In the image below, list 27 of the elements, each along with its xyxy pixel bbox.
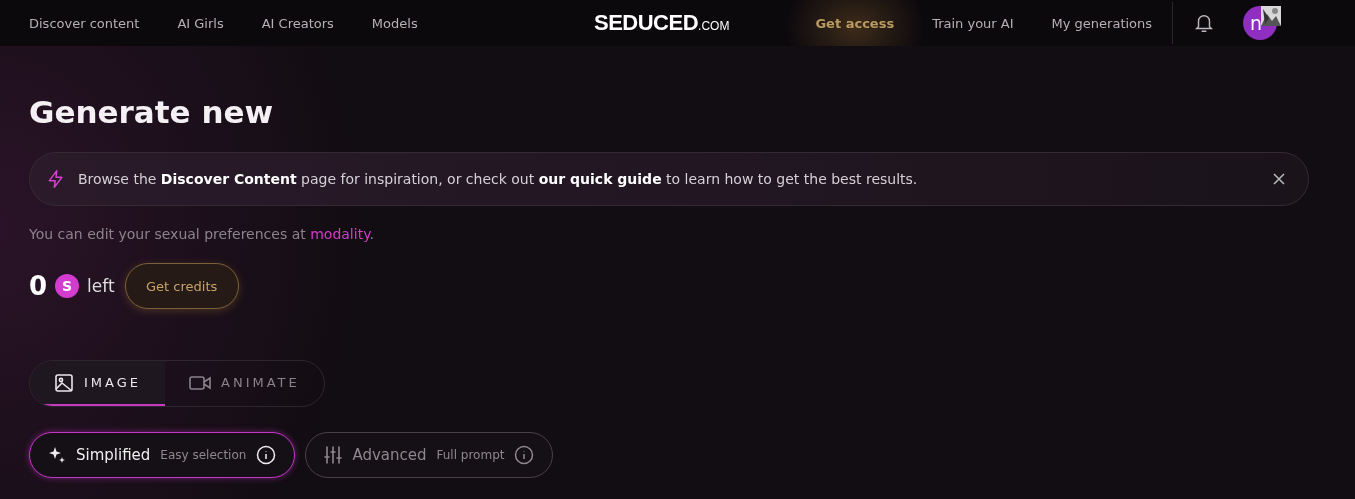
nav-link[interactable]: Models xyxy=(371,15,418,31)
credit-count: 0 xyxy=(29,271,48,301)
user-avatar[interactable]: n xyxy=(1243,6,1278,40)
nav-link[interactable]: AI Girls xyxy=(177,15,224,31)
nav-link[interactable]: Discover content xyxy=(29,15,140,31)
page-title: Generate new xyxy=(29,93,275,132)
nav-link[interactable]: Train your AI xyxy=(932,15,1014,31)
coin-icon: S xyxy=(55,274,80,298)
close-icon[interactable] xyxy=(1272,172,1286,186)
nav-link[interactable]: AI Creators xyxy=(261,15,334,31)
site-logo[interactable]: SEDUCED.COM xyxy=(594,10,730,36)
mode-option[interactable]: Simplified Easy selection xyxy=(29,432,296,478)
tip-text: Browse the Discover Content page for inspiration, or check out our quick guide to learn how to get the best results. xyxy=(78,171,919,187)
credits-left-label: left xyxy=(87,276,115,296)
preferences-note: You can edit your sexual preferences at modality. xyxy=(29,226,375,242)
nav-link[interactable]: Get access xyxy=(815,15,895,31)
video-camera-icon xyxy=(189,374,211,391)
get-credits-button[interactable]: Get credits xyxy=(124,263,239,309)
mode-option[interactable]: Advanced Full prompt xyxy=(305,432,554,478)
sliders-icon xyxy=(324,446,343,464)
modality-link[interactable]: modality xyxy=(310,226,370,242)
nav-link[interactable]: My generations xyxy=(1051,15,1153,31)
media-tab[interactable]: IMAGE xyxy=(30,361,165,406)
media-tab[interactable]: ANIMATE xyxy=(165,361,324,406)
sparkle-icon xyxy=(48,446,66,464)
lightning-icon xyxy=(46,169,66,189)
image-icon xyxy=(54,372,74,393)
